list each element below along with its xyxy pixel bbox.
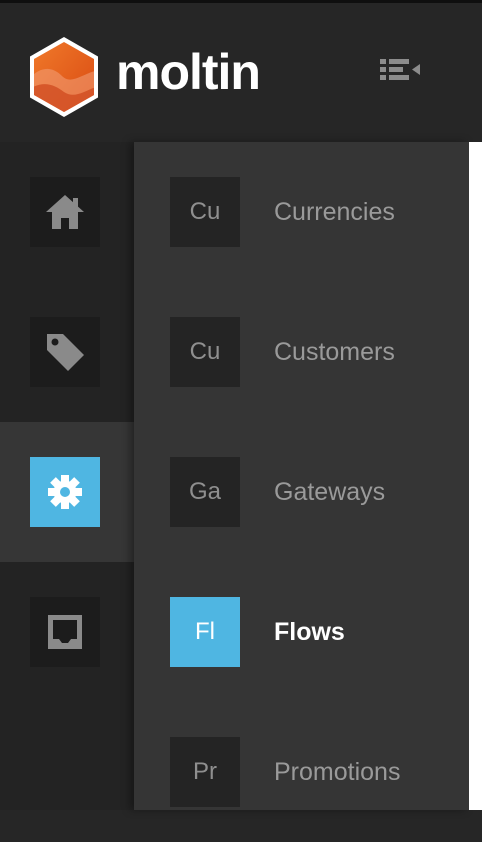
rail-tile[interactable] bbox=[30, 317, 100, 387]
submenu-item-label: Flows bbox=[274, 618, 345, 646]
submenu-item-abbr: Cu bbox=[170, 317, 240, 387]
submenu-item-label: Currencies bbox=[274, 198, 395, 226]
submenu-item-abbr: Ga bbox=[170, 457, 240, 527]
submenu-item-abbr: Fl bbox=[170, 597, 240, 667]
settings-submenu: Cu Currencies Cu Customers Ga Gateways F… bbox=[134, 142, 469, 810]
rail-item-settings[interactable] bbox=[0, 422, 134, 562]
submenu-item-gateways[interactable]: Ga Gateways bbox=[134, 422, 469, 562]
menu-collapse-icon[interactable] bbox=[378, 57, 424, 87]
rail-tile[interactable] bbox=[30, 457, 100, 527]
gear-icon bbox=[48, 475, 82, 509]
submenu-item-abbr: Cu bbox=[170, 177, 240, 247]
moltin-hex-logo bbox=[30, 37, 98, 117]
submenu-item-flows[interactable]: Fl Flows bbox=[134, 562, 469, 702]
home-icon bbox=[46, 195, 84, 229]
rail-item-products[interactable] bbox=[0, 282, 134, 422]
submenu-item-label: Gateways bbox=[274, 478, 386, 506]
primary-nav-rail bbox=[0, 142, 134, 810]
rail-tile[interactable] bbox=[30, 597, 100, 667]
inbox-icon bbox=[48, 615, 82, 649]
submenu-item-label: Promotions bbox=[274, 758, 401, 786]
submenu-item-currencies[interactable]: Cu Currencies bbox=[134, 142, 469, 282]
rail-item-home[interactable] bbox=[0, 142, 134, 282]
submenu-item-promotions[interactable]: Pr Promotions bbox=[134, 702, 469, 842]
rail-tile[interactable] bbox=[30, 177, 100, 247]
content-area-edge bbox=[469, 142, 482, 810]
tag-icon bbox=[47, 334, 84, 371]
submenu-item-label: Customers bbox=[274, 338, 395, 366]
rail-item-inbox[interactable] bbox=[0, 562, 134, 702]
submenu-item-customers[interactable]: Cu Customers bbox=[134, 282, 469, 422]
app-header: moltin bbox=[0, 3, 482, 142]
submenu-item-abbr: Pr bbox=[170, 737, 240, 807]
brand-name: moltin bbox=[116, 44, 261, 100]
